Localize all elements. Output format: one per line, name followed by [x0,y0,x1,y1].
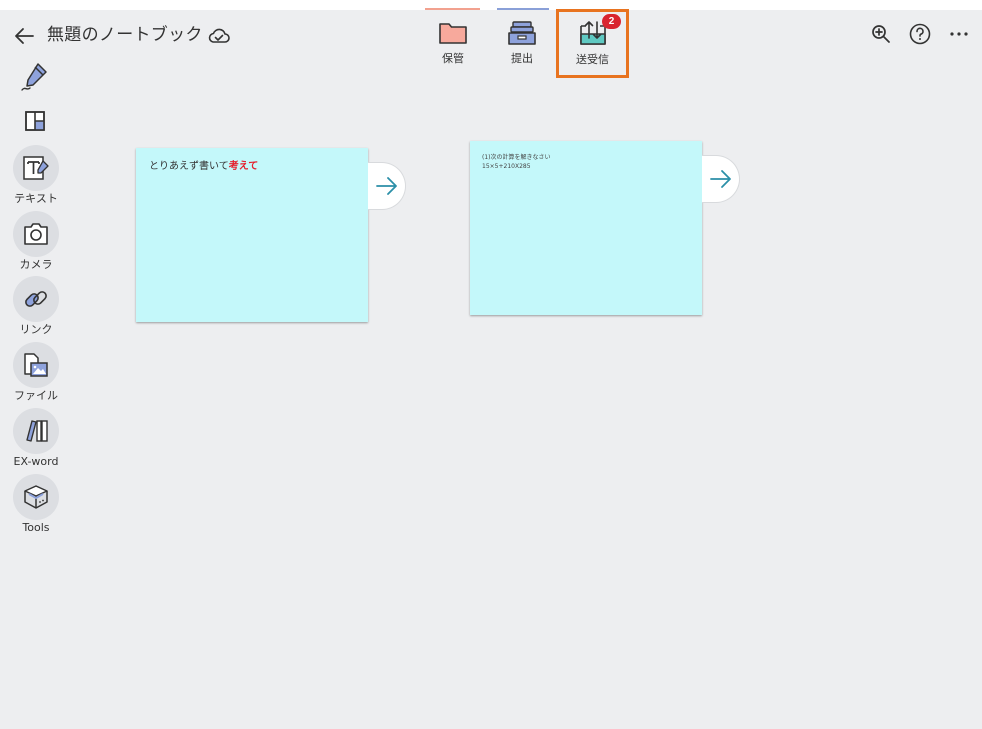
dictionary-icon [26,420,48,442]
sidebar-icon-circle [13,145,59,191]
sidebar-item-text[interactable]: テキスト [11,145,61,205]
pen-icon [21,63,47,91]
tab-accent-teishutsu [497,8,549,10]
arrow-right-icon [709,170,731,188]
more-button[interactable] [947,22,971,46]
sidebar-item-tools[interactable]: Tools [11,474,61,534]
folder-icon [439,23,467,44]
tab-accent-hokan [425,8,480,10]
layout-icon [25,111,45,131]
soujushin-label: 送受信 [576,53,609,66]
sidebar-item-label: カメラ [19,258,53,271]
zoom-button[interactable] [869,22,893,46]
tools-icon [24,485,48,509]
card-text-plain: とりあえず書いて [149,161,229,172]
sidebar-item-exword[interactable]: EX-word [11,408,61,468]
sidebar-item-label: テキスト [14,192,58,205]
link-icon [25,291,47,307]
card-next-button[interactable] [702,155,740,203]
top-strip [0,0,982,10]
zoom-in-icon [872,25,890,43]
hokan-label: 保管 [442,52,464,65]
card-text-line: (1)次の計算を解きなさい [482,154,551,161]
card-text-line: 15×5+210X285 [482,163,531,170]
hokan-button[interactable]: 保管 [423,14,483,74]
notebook-title[interactable]: 無題のノートブック [47,24,203,46]
pen-tool[interactable] [13,56,57,96]
arrow-left-icon [15,28,34,44]
sidebar-icon-circle [13,211,59,257]
card-text-highlight: 考えて [228,161,259,172]
layout-tool[interactable] [18,106,52,136]
help-icon [909,23,931,45]
teishutsu-label: 提出 [511,52,533,65]
sidebar-item-label: ファイル [14,389,58,402]
text-icon [23,156,49,180]
sidebar-icon-circle [13,342,59,388]
sidebar-item-link[interactable]: リンク [11,276,61,336]
file-icon [24,353,48,377]
note-card[interactable]: (1)次の計算を解きなさい 15×5+210X285 [470,141,702,315]
more-icon [950,32,968,36]
sidebar-icon-circle [13,276,59,322]
card-text: とりあえず書いて考えて [149,160,258,173]
note-card[interactable]: とりあえず書いて考えて [136,148,368,322]
cloud-check-icon [208,28,230,43]
tray-icon [508,21,536,45]
sidebar-icon-circle [13,408,59,454]
help-button[interactable] [908,22,932,46]
notification-badge: 2 [602,14,621,29]
camera-icon [24,223,48,245]
sidebar-icon-circle [13,474,59,520]
teishutsu-button[interactable]: 提出 [492,14,552,74]
card-text: (1)次の計算を解きなさい 15×5+210X285 [482,153,551,171]
sync-status[interactable] [207,25,231,47]
soujushin-button[interactable]: 2 送受信 [556,9,629,78]
sidebar-item-label: リンク [19,323,53,336]
sidebar-item-camera[interactable]: カメラ [11,211,61,271]
sidebar-item-file[interactable]: ファイル [11,342,61,402]
sidebar-item-label: Tools [22,521,50,534]
card-next-button[interactable] [368,162,406,210]
back-button[interactable] [13,25,35,47]
sidebar-item-label: EX-word [13,455,59,468]
arrow-right-icon [375,177,397,195]
